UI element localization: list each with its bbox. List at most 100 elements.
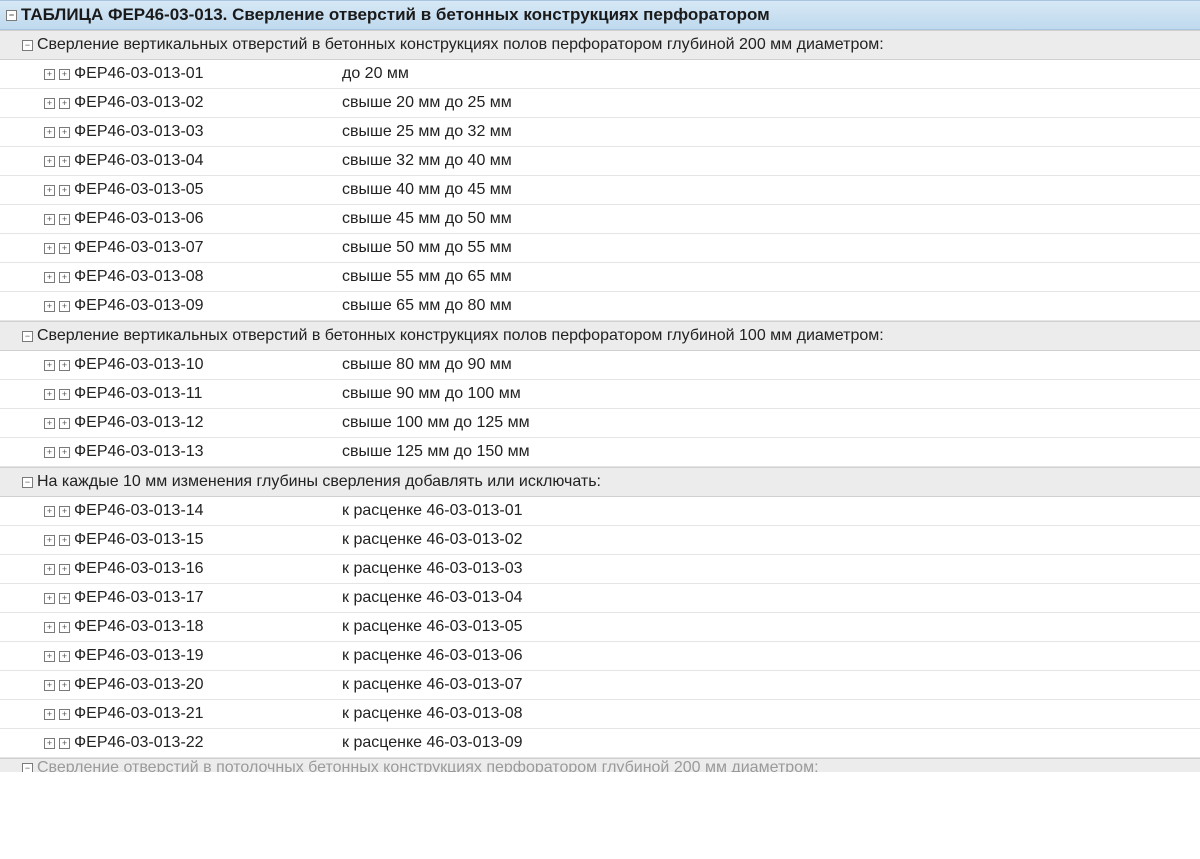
- table-row[interactable]: ФЕР46-03-013-08свыше 55 мм до 65 мм: [0, 263, 1200, 292]
- table-row[interactable]: ФЕР46-03-013-04свыше 32 мм до 40 мм: [0, 147, 1200, 176]
- expand-icon[interactable]: [59, 243, 70, 254]
- expand-icon[interactable]: [59, 651, 70, 662]
- table-title: ТАБЛИЦА ФЕР46-03-013. Сверление отверсти…: [21, 5, 770, 25]
- expand-icon[interactable]: [44, 535, 55, 546]
- expand-icon[interactable]: [44, 418, 55, 429]
- expand-icon[interactable]: [59, 709, 70, 720]
- table-row[interactable]: ФЕР46-03-013-03свыше 25 мм до 32 мм: [0, 118, 1200, 147]
- table-row[interactable]: ФЕР46-03-013-06свыше 45 мм до 50 мм: [0, 205, 1200, 234]
- expand-icon[interactable]: [44, 272, 55, 283]
- collapse-icon[interactable]: [22, 40, 33, 51]
- item-code: ФЕР46-03-013-08: [74, 268, 342, 286]
- expand-icon[interactable]: [59, 127, 70, 138]
- group-title: Сверление вертикальных отверстий в бетон…: [37, 327, 884, 345]
- expand-icon[interactable]: [44, 98, 55, 109]
- expand-icon[interactable]: [59, 272, 70, 283]
- item-code: ФЕР46-03-013-22: [74, 734, 342, 752]
- table-row[interactable]: ФЕР46-03-013-21к расценке 46-03-013-08: [0, 700, 1200, 729]
- table-row[interactable]: ФЕР46-03-013-14к расценке 46-03-013-01: [0, 497, 1200, 526]
- group-header[interactable]: Сверление вертикальных отверстий в бетон…: [0, 321, 1200, 351]
- item-code: ФЕР46-03-013-14: [74, 502, 342, 520]
- expand-icon[interactable]: [44, 156, 55, 167]
- table-row[interactable]: ФЕР46-03-013-01до 20 мм: [0, 60, 1200, 89]
- expand-icon[interactable]: [44, 214, 55, 225]
- expand-icon[interactable]: [44, 709, 55, 720]
- expand-icon[interactable]: [59, 622, 70, 633]
- item-description: к расценке 46-03-013-01: [342, 502, 1194, 520]
- item-description: до 20 мм: [342, 65, 1194, 83]
- table-row[interactable]: ФЕР46-03-013-10свыше 80 мм до 90 мм: [0, 351, 1200, 380]
- expand-icon[interactable]: [59, 447, 70, 458]
- expand-icon[interactable]: [59, 738, 70, 749]
- expand-icon[interactable]: [44, 243, 55, 254]
- table-row[interactable]: ФЕР46-03-013-16к расценке 46-03-013-03: [0, 555, 1200, 584]
- expand-icon[interactable]: [59, 680, 70, 691]
- table-row[interactable]: ФЕР46-03-013-02свыше 20 мм до 25 мм: [0, 89, 1200, 118]
- expand-icon[interactable]: [59, 506, 70, 517]
- item-code: ФЕР46-03-013-20: [74, 676, 342, 694]
- expand-icon[interactable]: [44, 506, 55, 517]
- expand-icon[interactable]: [59, 69, 70, 80]
- item-code: ФЕР46-03-013-06: [74, 210, 342, 228]
- expand-icon[interactable]: [44, 301, 55, 312]
- table-row[interactable]: ФЕР46-03-013-07свыше 50 мм до 55 мм: [0, 234, 1200, 263]
- item-code: ФЕР46-03-013-15: [74, 531, 342, 549]
- group-header[interactable]: На каждые 10 мм изменения глубины сверле…: [0, 467, 1200, 497]
- table-row[interactable]: ФЕР46-03-013-05свыше 40 мм до 45 мм: [0, 176, 1200, 205]
- item-description: свыше 32 мм до 40 мм: [342, 152, 1194, 170]
- item-code: ФЕР46-03-013-17: [74, 589, 342, 607]
- group-header[interactable]: Сверление вертикальных отверстий в бетон…: [0, 30, 1200, 60]
- expand-icon[interactable]: [44, 593, 55, 604]
- table-row[interactable]: ФЕР46-03-013-12свыше 100 мм до 125 мм: [0, 409, 1200, 438]
- expand-icon[interactable]: [44, 360, 55, 371]
- table-row[interactable]: ФЕР46-03-013-09свыше 65 мм до 80 мм: [0, 292, 1200, 321]
- expand-icon[interactable]: [44, 622, 55, 633]
- expand-icon[interactable]: [44, 651, 55, 662]
- group-title: Сверление вертикальных отверстий в бетон…: [37, 36, 884, 54]
- table-row[interactable]: ФЕР46-03-013-22к расценке 46-03-013-09: [0, 729, 1200, 758]
- item-description: свыше 125 мм до 150 мм: [342, 443, 1194, 461]
- expand-icon[interactable]: [59, 156, 70, 167]
- table-row[interactable]: ФЕР46-03-013-18к расценке 46-03-013-05: [0, 613, 1200, 642]
- expand-icon[interactable]: [59, 389, 70, 400]
- item-description: свыше 40 мм до 45 мм: [342, 181, 1194, 199]
- expand-icon[interactable]: [44, 680, 55, 691]
- expand-icon[interactable]: [59, 360, 70, 371]
- expand-icon[interactable]: [44, 127, 55, 138]
- item-description: свыше 20 мм до 25 мм: [342, 94, 1194, 112]
- expand-icon[interactable]: [44, 389, 55, 400]
- expand-icon[interactable]: [44, 185, 55, 196]
- item-code: ФЕР46-03-013-05: [74, 181, 342, 199]
- item-description: к расценке 46-03-013-05: [342, 618, 1194, 636]
- group-title: На каждые 10 мм изменения глубины сверле…: [37, 473, 601, 491]
- table-row[interactable]: ФЕР46-03-013-17к расценке 46-03-013-04: [0, 584, 1200, 613]
- expand-icon[interactable]: [59, 301, 70, 312]
- table-row[interactable]: ФЕР46-03-013-11свыше 90 мм до 100 мм: [0, 380, 1200, 409]
- collapse-icon[interactable]: [22, 477, 33, 488]
- table-row[interactable]: ФЕР46-03-013-15к расценке 46-03-013-02: [0, 526, 1200, 555]
- expand-icon[interactable]: [44, 69, 55, 80]
- item-description: свыше 45 мм до 50 мм: [342, 210, 1194, 228]
- item-code: ФЕР46-03-013-11: [74, 385, 342, 403]
- item-code: ФЕР46-03-013-21: [74, 705, 342, 723]
- table-row[interactable]: ФЕР46-03-013-19к расценке 46-03-013-06: [0, 642, 1200, 671]
- expand-icon[interactable]: [44, 447, 55, 458]
- item-code: ФЕР46-03-013-04: [74, 152, 342, 170]
- expand-icon[interactable]: [59, 418, 70, 429]
- expand-icon[interactable]: [59, 564, 70, 575]
- collapse-icon[interactable]: [22, 331, 33, 342]
- item-description: к расценке 46-03-013-06: [342, 647, 1194, 665]
- collapse-icon[interactable]: [22, 763, 33, 773]
- expand-icon[interactable]: [44, 738, 55, 749]
- expand-icon[interactable]: [59, 98, 70, 109]
- expand-icon[interactable]: [59, 593, 70, 604]
- item-code: ФЕР46-03-013-02: [74, 94, 342, 112]
- collapse-icon[interactable]: [6, 10, 17, 21]
- expand-icon[interactable]: [44, 564, 55, 575]
- expand-icon[interactable]: [59, 185, 70, 196]
- table-row[interactable]: ФЕР46-03-013-13свыше 125 мм до 150 мм: [0, 438, 1200, 467]
- table-row[interactable]: ФЕР46-03-013-20к расценке 46-03-013-07: [0, 671, 1200, 700]
- group-title: Сверление отверстий в потолочных бетонны…: [37, 759, 819, 772]
- expand-icon[interactable]: [59, 214, 70, 225]
- expand-icon[interactable]: [59, 535, 70, 546]
